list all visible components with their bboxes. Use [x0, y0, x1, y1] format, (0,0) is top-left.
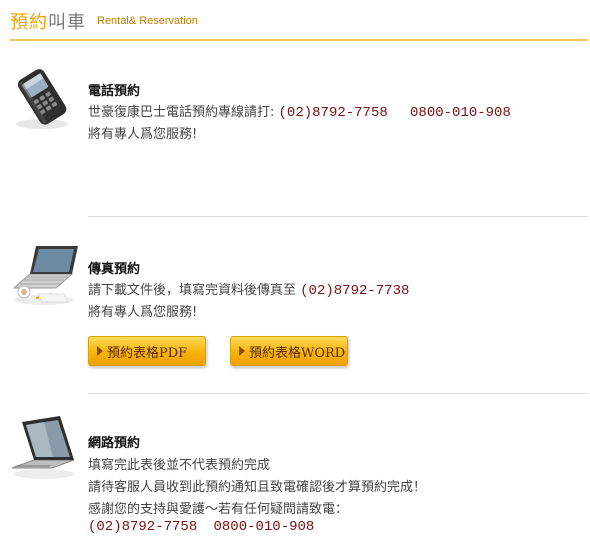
page-subtitle: Rental& Reservation: [97, 15, 198, 27]
phone-section-line1: 世豪復康巴士電話預約專線請打: (02)8792-7758 0800-010-9…: [88, 101, 511, 121]
arrow-right-icon: [97, 346, 103, 356]
arrow-right-icon: [239, 346, 245, 356]
download-word-label: 預約表格WORD: [249, 345, 346, 361]
web-phone-number-1: (02)8792-7758: [88, 519, 198, 535]
web-section-line1: 填寫完此表後並不代表預約完成: [88, 458, 271, 473]
download-pdf-button[interactable]: 預約表格PDF: [88, 336, 206, 366]
web-section-title: 網路預約: [88, 436, 141, 451]
fax-intro-text: 請下載文件後，填寫完資料後傳真至: [88, 283, 297, 298]
phone-section-line2: 將有專人爲您服務!: [88, 127, 198, 142]
page-header: 預約叫車 Rental& Reservation: [10, 6, 588, 41]
download-pdf-label: 預約表格PDF: [107, 345, 188, 361]
phone-intro-text: 世豪復康巴士電話預約專線請打:: [88, 105, 275, 120]
title-rest: 叫車: [48, 12, 86, 33]
fax-section-line1: 請下載文件後，填寫完資料後傳真至 (02)8792-7738: [88, 279, 409, 299]
phone-number-1: (02)8792-7758: [278, 105, 388, 121]
download-word-button[interactable]: 預約表格WORD: [230, 336, 348, 366]
phone-number-2: 0800-010-908: [410, 105, 511, 121]
laptop-web-icon: [8, 412, 80, 484]
title-highlight: 預約: [10, 12, 48, 33]
phone-reservation-section: 電話預約 世豪復康巴士電話預約專線請打: (02)8792-7758 0800-…: [0, 58, 590, 208]
phone-section-title: 電話預約: [88, 84, 141, 99]
header-divider: [10, 39, 588, 41]
section-divider: [88, 216, 588, 217]
web-phone-number-2: 0800-010-908: [213, 519, 315, 535]
web-section-line4: (02)8792-7758 0800-010-908: [88, 519, 314, 535]
fax-number: (02)8792-7738: [300, 283, 410, 299]
laptop-fax-icon: [8, 238, 80, 310]
page-title: 預約叫車: [10, 8, 86, 34]
phone-icon: [8, 62, 80, 134]
fax-section-title: 傳真預約: [88, 262, 141, 277]
web-section-line2: 請待客服人員收到此預約通知且致電確認後才算預約完成！: [88, 480, 427, 495]
fax-section-line2: 將有專人爲您服務!: [88, 305, 198, 320]
fax-reservation-section: 傳真預約 請下載文件後，填寫完資料後傳真至 (02)8792-7738 將有專人…: [0, 238, 590, 388]
web-reservation-section: 網路預約 填寫完此表後並不代表預約完成 請待客服人員收到此預約通知且致電確認後才…: [0, 412, 590, 552]
section-divider: [88, 393, 588, 394]
web-section-line3: 感謝您的支持與愛護～若有任何疑問請致電：: [88, 502, 349, 517]
